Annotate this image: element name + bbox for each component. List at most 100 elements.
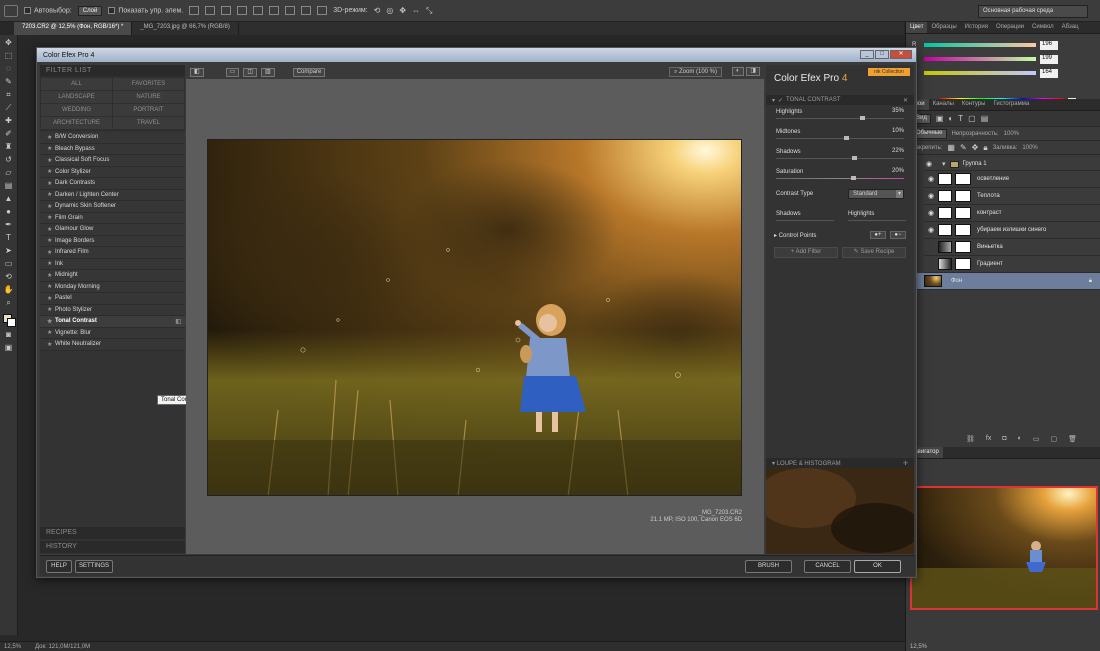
navigator-preview[interactable] bbox=[910, 486, 1098, 610]
save-recipe-button[interactable]: ✎ Save Recipe bbox=[842, 247, 906, 258]
slider-track[interactable] bbox=[776, 158, 904, 159]
group-expand-icon[interactable]: ▾ bbox=[942, 160, 946, 168]
category-favorites[interactable]: FAVORITES bbox=[113, 78, 184, 90]
compare-button[interactable]: Compare bbox=[292, 67, 326, 77]
cancel-button[interactable]: CANCEL bbox=[804, 560, 851, 573]
tab-swatches[interactable]: Образцы bbox=[927, 22, 960, 33]
filter-item[interactable]: ★ Color Stylizer bbox=[40, 166, 185, 178]
gradient-tool-icon[interactable]: ▤ bbox=[3, 181, 14, 190]
filter-adjust-icon[interactable]: ◐ bbox=[948, 114, 953, 123]
layer-row[interactable]: ◉ убираем излишки синего bbox=[924, 222, 1100, 239]
3d-slide-icon[interactable]: ⇔ bbox=[412, 6, 420, 15]
filter-list-header[interactable]: FILTER LIST bbox=[40, 65, 185, 76]
b-value[interactable]: 164 bbox=[1040, 68, 1058, 78]
preview-image[interactable] bbox=[207, 139, 742, 496]
category-nature[interactable]: NATURE bbox=[113, 91, 184, 103]
visibility-eye-icon[interactable]: ◉ bbox=[924, 175, 938, 183]
ok-button[interactable]: OK bbox=[854, 560, 901, 573]
new-layer-icon[interactable]: ▢ bbox=[1050, 435, 1057, 443]
align-middle-icon[interactable] bbox=[205, 6, 216, 15]
stamp-tool-icon[interactable]: ♜ bbox=[3, 142, 14, 151]
filter-item[interactable]: ★ Dynamic Skin Softener bbox=[40, 201, 185, 213]
brush-tool-icon[interactable]: ✐ bbox=[3, 129, 14, 138]
dodge-tool-icon[interactable]: ● bbox=[3, 207, 14, 216]
filter-shape-icon[interactable]: ▢ bbox=[968, 114, 976, 123]
remove-control-point-button[interactable]: ●− bbox=[890, 231, 906, 239]
g-slider[interactable] bbox=[924, 57, 1036, 61]
hand-tool-icon[interactable]: ✋ bbox=[3, 285, 14, 294]
star-icon[interactable]: ★ bbox=[47, 341, 55, 348]
category-travel[interactable]: TRAVEL bbox=[113, 117, 184, 129]
lasso-tool-icon[interactable]: ◌ bbox=[3, 64, 14, 73]
add-filter-icon[interactable]: ◧ bbox=[175, 318, 181, 325]
toggle-control-panel-icon[interactable]: ◨ bbox=[746, 67, 760, 76]
star-icon[interactable]: ★ bbox=[47, 260, 55, 267]
category-wedding[interactable]: WEDDING bbox=[41, 104, 112, 116]
star-icon[interactable]: ★ bbox=[47, 226, 55, 233]
zoom-select[interactable]: ⌕ Zoom (100 %) bbox=[668, 67, 722, 77]
fill-value[interactable]: 100% bbox=[1022, 145, 1037, 151]
healing-brush-icon[interactable]: ✚ bbox=[3, 116, 14, 125]
add-filter-button[interactable]: + Add Filter bbox=[774, 247, 838, 258]
blur-tool-icon[interactable]: ▲ bbox=[3, 194, 14, 203]
add-mask-icon[interactable]: ◘ bbox=[1002, 435, 1006, 443]
layer-mask-thumbnail[interactable] bbox=[955, 207, 971, 219]
align-bottom-icon[interactable] bbox=[221, 6, 232, 15]
delete-layer-icon[interactable]: 🗑︎ bbox=[1068, 435, 1077, 443]
new-group-icon[interactable]: ▭ bbox=[1033, 435, 1040, 443]
r-slider[interactable] bbox=[924, 43, 1036, 47]
close-icon[interactable]: ✕ bbox=[890, 50, 912, 59]
filter-smart-icon[interactable]: ▤ bbox=[981, 114, 989, 123]
lock-position-icon[interactable]: ✥ bbox=[972, 143, 979, 152]
align-right-icon[interactable] bbox=[269, 6, 280, 15]
align-top-icon[interactable] bbox=[189, 6, 200, 15]
pen-tool-icon[interactable]: ✒ bbox=[3, 220, 14, 229]
zoom-readout[interactable]: 12,5% bbox=[4, 644, 21, 650]
star-icon[interactable]: ★ bbox=[47, 237, 55, 244]
star-icon[interactable]: ★ bbox=[47, 145, 55, 152]
distribute-icon[interactable] bbox=[285, 6, 296, 15]
filter-item[interactable]: ★ Dark Contrasts bbox=[40, 178, 185, 190]
settings-button[interactable]: SETTINGS bbox=[75, 560, 113, 573]
opacity-value[interactable]: 100% bbox=[1004, 131, 1019, 137]
screen-mode-icon[interactable]: ▣ bbox=[3, 343, 14, 352]
maximize-icon[interactable]: □ bbox=[875, 50, 889, 59]
slider-saturation[interactable]: Saturation 20% bbox=[766, 165, 914, 185]
layer-row[interactable]: ◉ контраст bbox=[924, 205, 1100, 222]
star-icon[interactable]: ★ bbox=[47, 134, 55, 141]
star-icon[interactable]: ★ bbox=[47, 283, 55, 290]
filter-item[interactable]: ★ Photo Stylizer bbox=[40, 304, 185, 316]
b-slider[interactable] bbox=[924, 71, 1036, 75]
shadows-slider[interactable] bbox=[776, 220, 834, 221]
workspace-select[interactable]: Основная рабочая среда bbox=[978, 5, 1088, 18]
tab-channels[interactable]: Каналы bbox=[929, 99, 958, 110]
layer-row[interactable]: ◉ осветление bbox=[924, 171, 1100, 188]
lock-all-icon[interactable]: 🔒︎ bbox=[983, 143, 987, 153]
3d-pan-icon[interactable]: ✥ bbox=[399, 6, 406, 15]
move-tool-icon[interactable]: ✥ bbox=[3, 38, 14, 47]
star-icon[interactable]: ★ bbox=[47, 318, 55, 325]
pin-icon[interactable]: ✛ bbox=[903, 460, 908, 467]
layer-mask-thumbnail[interactable] bbox=[955, 173, 971, 185]
layer-row[interactable]: Градиент bbox=[924, 256, 1100, 273]
filter-item[interactable]: ★ B/W Conversion bbox=[40, 132, 185, 144]
visibility-eye-icon[interactable]: ◉ bbox=[924, 192, 938, 200]
autoselect-checkbox[interactable]: Автовыбор: bbox=[24, 6, 72, 14]
doc-tab-active[interactable]: 7203.CR2 @ 12,5% (Фон, RGB/16*) * bbox=[14, 22, 133, 35]
distribute-horizontal-icon[interactable] bbox=[301, 6, 312, 15]
layer-row[interactable]: Виньетка bbox=[924, 239, 1100, 256]
layer-group[interactable]: ◉ ▾ Группа 1 bbox=[924, 158, 1100, 171]
shape-tool-icon[interactable]: ▭ bbox=[3, 259, 14, 268]
color-swatches[interactable] bbox=[2, 314, 16, 327]
star-icon[interactable]: ★ bbox=[47, 329, 55, 336]
history-section[interactable]: HISTORY bbox=[40, 541, 185, 553]
visibility-eye-icon[interactable]: ◉ bbox=[924, 209, 938, 217]
3d-rotate-icon[interactable]: ⟲ bbox=[374, 6, 381, 15]
highlights-slider[interactable] bbox=[848, 220, 906, 221]
side-by-side-icon[interactable]: ▥ bbox=[261, 67, 275, 77]
star-icon[interactable]: ★ bbox=[47, 214, 55, 221]
filter-type-icon[interactable]: T bbox=[958, 114, 963, 123]
slider-track[interactable] bbox=[776, 118, 904, 119]
move-tool-icon[interactable] bbox=[4, 4, 18, 17]
3d-scale-icon[interactable]: ⤡ bbox=[426, 6, 432, 16]
